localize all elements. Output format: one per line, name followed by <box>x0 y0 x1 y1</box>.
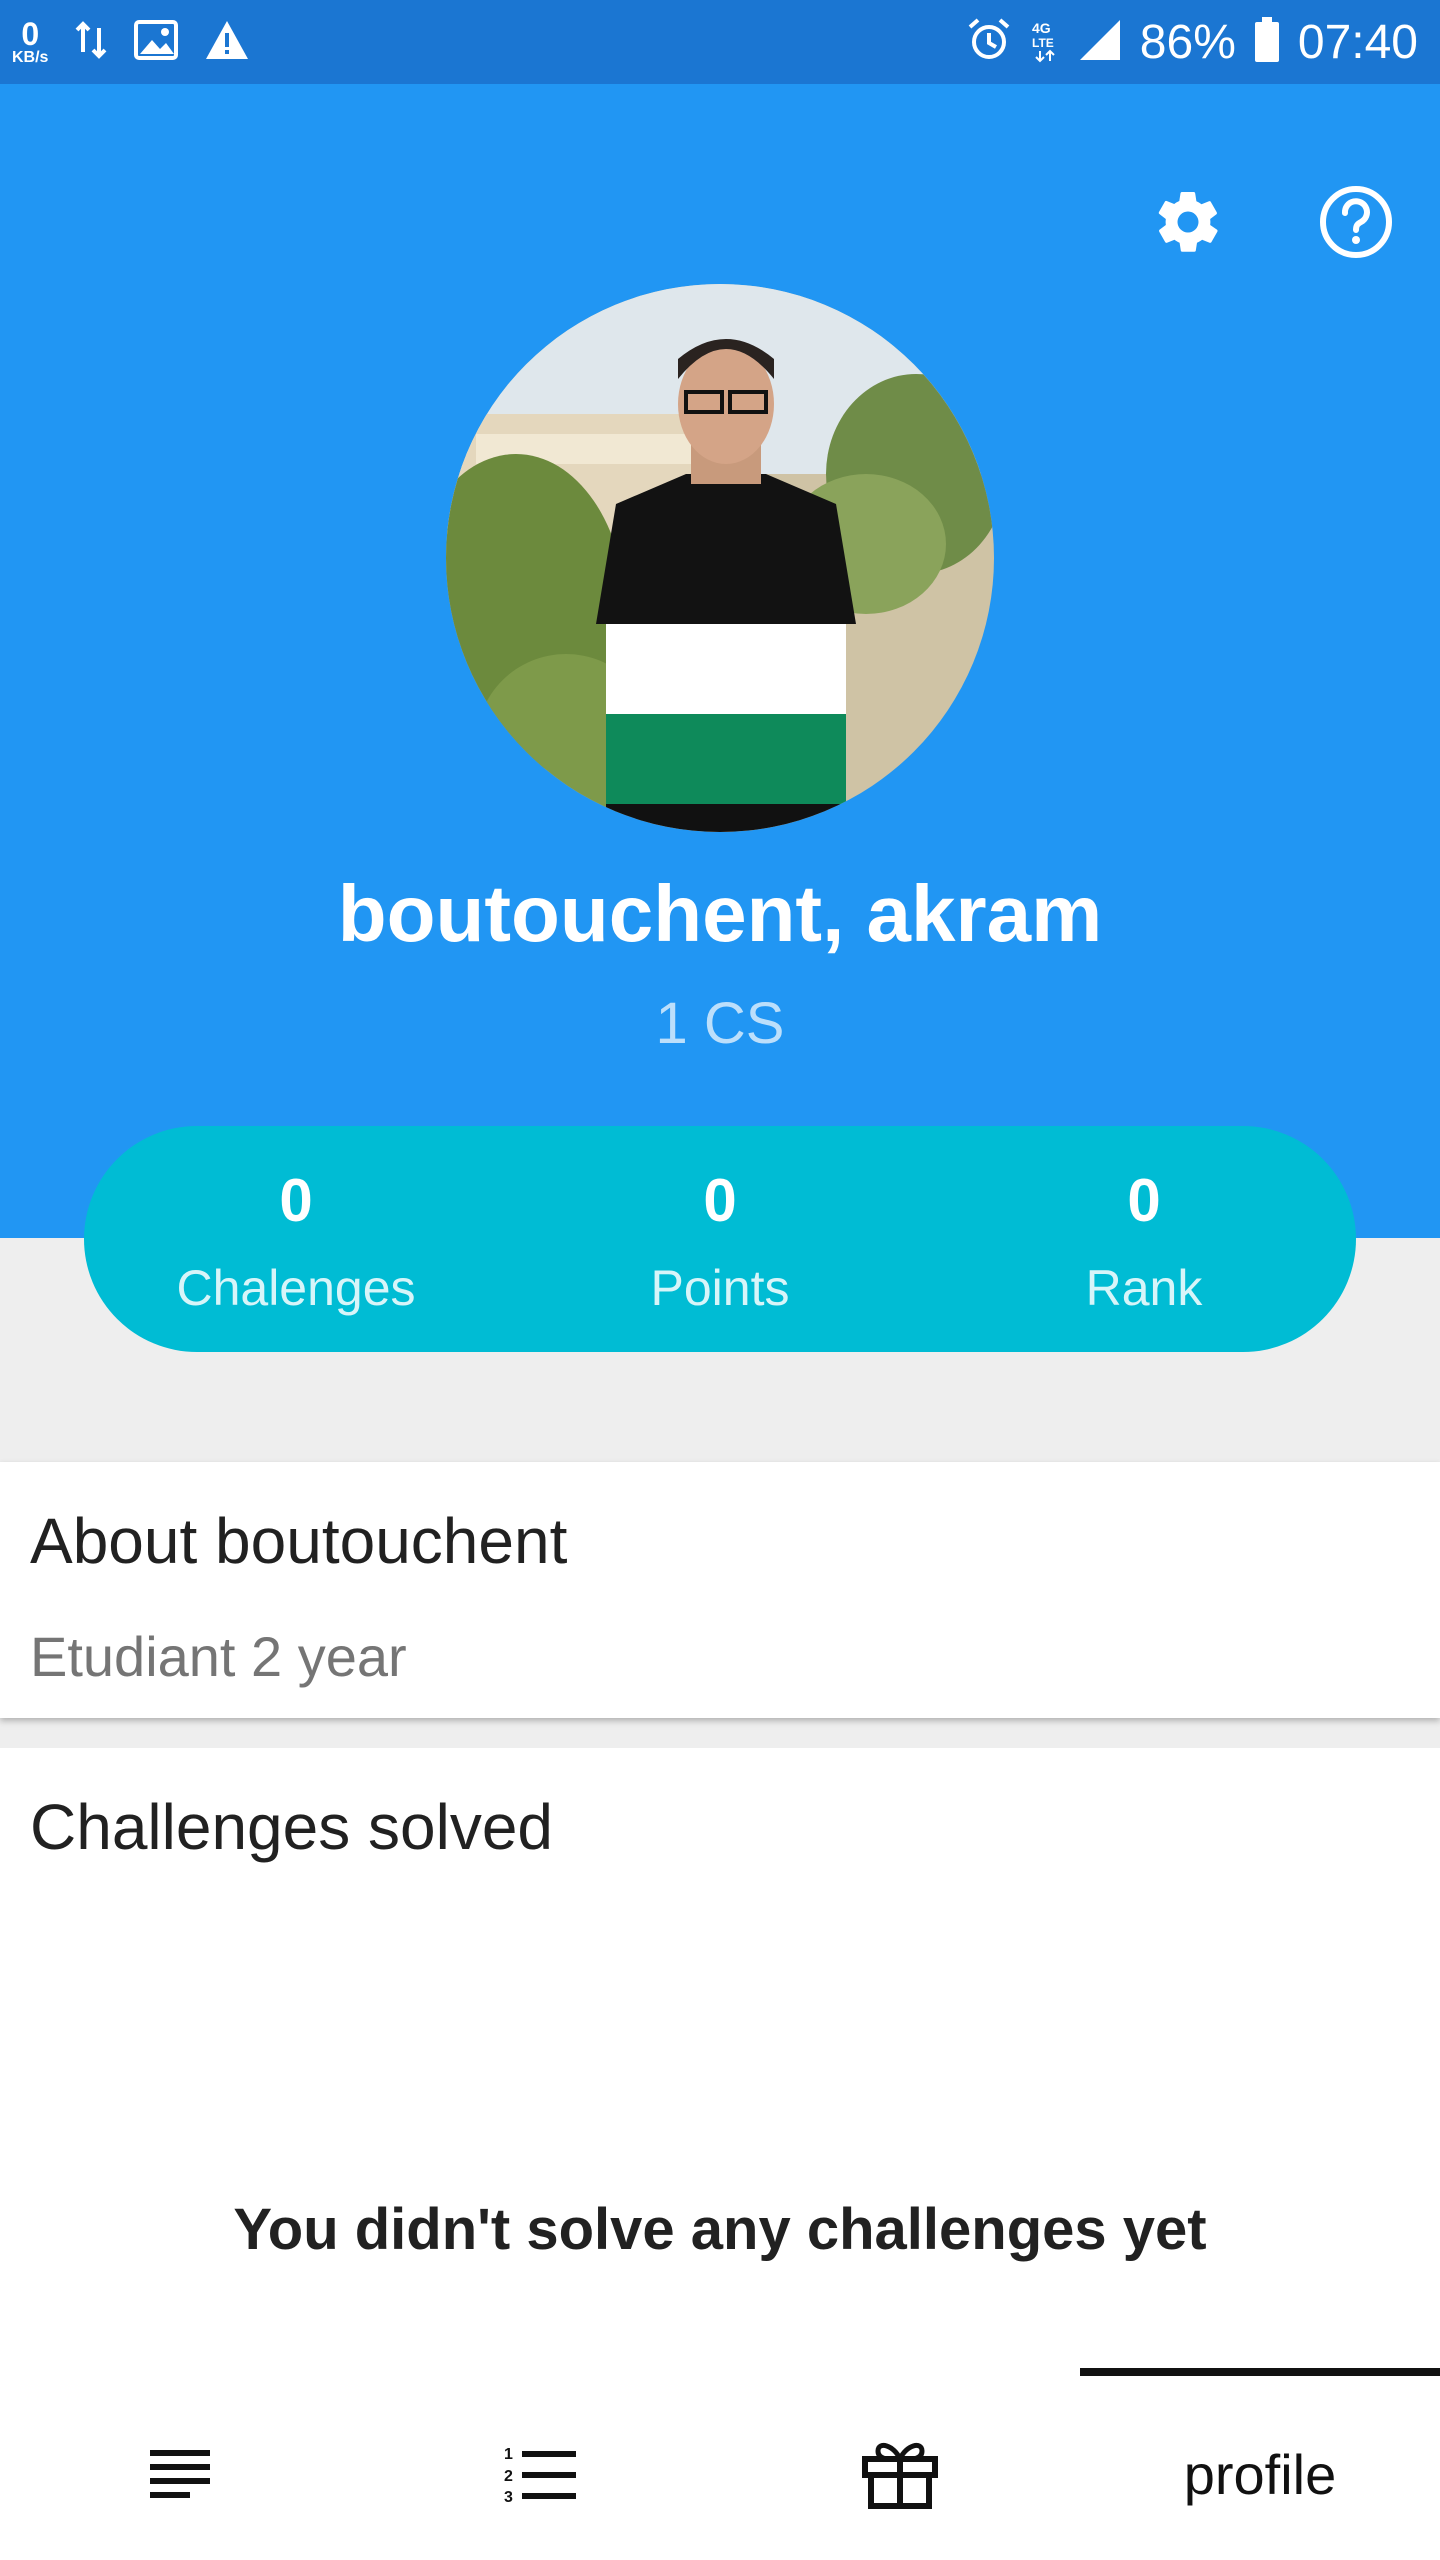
tab-profile-label: profile <box>1183 2442 1337 2506</box>
challenges-title: Challenges solved <box>30 1791 553 1863</box>
help-button[interactable] <box>1316 182 1396 262</box>
svg-text:1: 1 <box>504 2446 513 2463</box>
active-tab-indicator <box>1080 2368 1440 2376</box>
battery-percent: 86% <box>1139 15 1236 69</box>
gift-icon <box>862 2442 938 2509</box>
stat-value: 0 <box>1127 1167 1161 1234</box>
battery-icon <box>1254 16 1280 68</box>
stats-bar: 0 Chalenges 0 Points 0 Rank <box>84 1126 1356 1352</box>
clock: 07:40 <box>1297 15 1418 69</box>
feed-icon <box>150 2450 210 2498</box>
stat-label: Chalenges <box>176 1260 416 1316</box>
avatar[interactable] <box>446 284 994 832</box>
stat-rank: 0 Rank <box>932 1126 1356 1352</box>
gear-icon <box>1158 191 1218 252</box>
profile-name: boutouchent, akram <box>337 869 1103 958</box>
bottom-nav: 1 2 3 profile <box>0 2368 1440 2560</box>
tab-feed[interactable] <box>0 2368 360 2560</box>
4g-lte-icon: 4G LTE <box>1030 17 1060 68</box>
tab-rewards[interactable] <box>720 2368 1080 2560</box>
network-speed-value: 0 <box>21 16 40 52</box>
stat-points: 0 Points <box>508 1126 932 1352</box>
about-card: About boutouchent Etudiant 2 year <box>0 1462 1440 1718</box>
challenges-card: Challenges solved You didn't solve any c… <box>0 1748 1440 2368</box>
warning-icon <box>204 19 250 66</box>
svg-text:LTE: LTE <box>1032 36 1054 50</box>
profile-photo <box>446 284 994 832</box>
svg-text:3: 3 <box>504 2489 513 2503</box>
tab-ranking[interactable]: 1 2 3 <box>360 2368 720 2560</box>
svg-text:2: 2 <box>504 2468 513 2485</box>
stat-label: Rank <box>1085 1260 1203 1316</box>
status-bar: 0 KB/s 4G LTE 86% 07:40 <box>0 0 1440 84</box>
stat-value: 0 <box>703 1167 737 1234</box>
profile-department: 1 CS <box>655 991 785 1056</box>
tab-profile[interactable]: profile <box>1080 2368 1440 2560</box>
network-speed: 0 KB/s <box>12 18 48 66</box>
image-icon <box>134 19 179 65</box>
settings-button[interactable] <box>1148 182 1228 262</box>
signal-icon <box>1078 18 1122 67</box>
help-circle-icon <box>1320 186 1392 258</box>
data-transfer-icon <box>74 20 108 65</box>
about-text: Etudiant 2 year <box>30 1625 407 1688</box>
stat-value: 0 <box>279 1167 313 1234</box>
numbered-list-icon: 1 2 3 <box>504 2446 576 2503</box>
stat-label: Points <box>650 1260 790 1316</box>
about-title: About boutouchent <box>30 1505 568 1577</box>
empty-state-message: You didn't solve any challenges yet <box>233 2197 1207 2262</box>
stat-challenges: 0 Chalenges <box>84 1126 508 1352</box>
svg-text:4G: 4G <box>1032 20 1051 36</box>
network-speed-unit: KB/s <box>12 49 49 66</box>
alarm-icon <box>966 17 1012 68</box>
